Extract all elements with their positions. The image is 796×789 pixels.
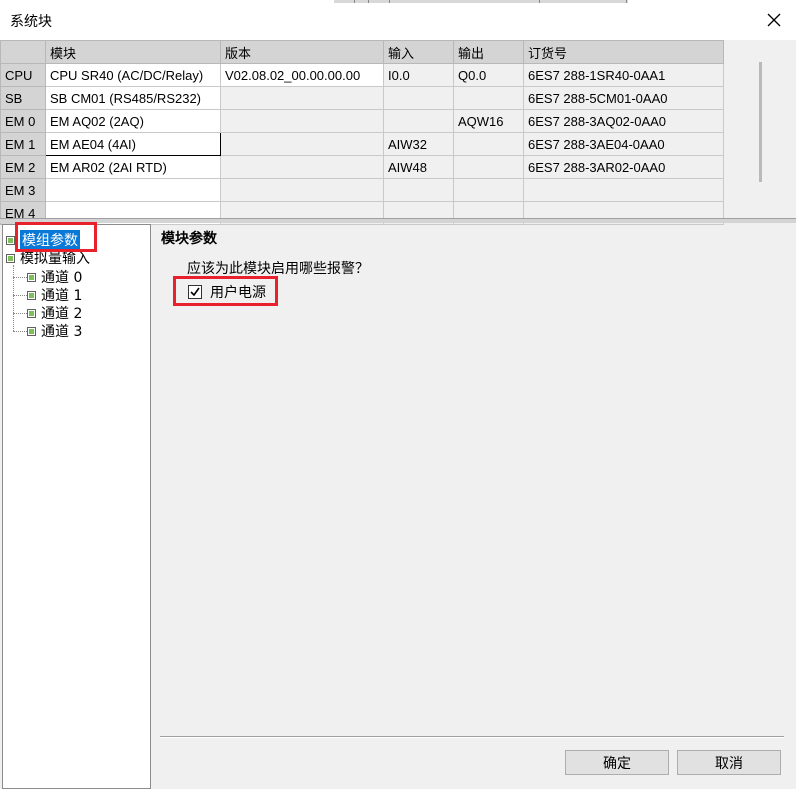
ok-button[interactable]: 确定 — [565, 750, 669, 775]
grid-header-corner — [0, 40, 46, 64]
tree-node-icon — [27, 290, 36, 300]
row-header[interactable]: CPU — [0, 63, 46, 87]
tree-item-label: 通道 3 — [41, 324, 83, 340]
alarm-question: 应该为此模块启用哪些报警？ — [187, 261, 369, 277]
output-cell[interactable] — [453, 178, 524, 202]
version-cell[interactable] — [220, 132, 384, 156]
grid-row-em2[interactable]: EM 2 EM AR02 (2AI RTD) AIW48 6ES7 288-3A… — [0, 155, 724, 179]
grid-header-output[interactable]: 输出 — [453, 40, 524, 64]
row-header[interactable]: EM 2 — [0, 155, 46, 179]
grid-row-em1[interactable]: EM 1 EM AE04 (4AI) AIW32 6ES7 288-3AE04-… — [0, 132, 724, 156]
module-grid-area: 模块 版本 输入 输出 订货号 CPU CPU SR40 (AC/DC/Rela… — [0, 40, 796, 225]
grid-header-input[interactable]: 输入 — [383, 40, 454, 64]
tree-item-channel-0[interactable]: 通道 0 — [27, 268, 82, 286]
version-cell[interactable] — [220, 178, 384, 202]
module-cell[interactable]: CPU SR40 (AC/DC/Relay) — [45, 63, 221, 87]
output-cell[interactable]: Q0.0 — [453, 63, 524, 87]
checkmark-icon — [190, 287, 200, 297]
separator — [160, 736, 784, 738]
tree-connector — [13, 277, 27, 278]
tree-node-icon — [6, 235, 15, 245]
module-cell[interactable]: EM AQ02 (2AQ) — [45, 109, 221, 133]
pane-splitter[interactable] — [0, 218, 796, 223]
module-cell[interactable]: SB CM01 (RS485/RS232) — [45, 86, 221, 110]
tree-node-icon — [6, 253, 15, 263]
order-cell[interactable]: 6ES7 288-5CM01-0AA0 — [523, 86, 724, 110]
user-power-checkbox[interactable] — [188, 285, 202, 299]
module-cell[interactable]: EM AR02 (2AI RTD) — [45, 155, 221, 179]
grid-header-order[interactable]: 订货号 — [523, 40, 724, 64]
grid-scrollbar[interactable] — [759, 62, 762, 182]
tree-node-icon — [27, 308, 36, 318]
tree-connector — [13, 331, 27, 332]
grid-row-sb[interactable]: SB SB CM01 (RS485/RS232) 6ES7 288-5CM01-… — [0, 86, 724, 110]
row-header[interactable]: EM 3 — [0, 178, 46, 202]
input-cell[interactable] — [383, 109, 454, 133]
order-cell[interactable]: 6ES7 288-1SR40-0AA1 — [523, 63, 724, 87]
close-icon — [767, 13, 781, 27]
input-cell[interactable]: I0.0 — [383, 63, 454, 87]
output-cell[interactable] — [453, 86, 524, 110]
close-button[interactable] — [760, 7, 788, 33]
tree-connector — [13, 313, 27, 314]
user-power-option[interactable]: 用户电源 — [188, 282, 266, 302]
tree-item-channel-3[interactable]: 通道 3 — [27, 322, 82, 340]
version-cell[interactable]: V02.08.02_00.00.00.00 — [220, 63, 384, 87]
order-cell[interactable] — [523, 178, 724, 202]
parameters-panel: 模块参数 应该为此模块启用哪些报警？ 用户电源 确定 取消 — [152, 224, 796, 789]
title-bar: 系统块 — [0, 0, 796, 40]
grid-row-em3[interactable]: EM 3 — [0, 178, 724, 202]
module-grid: 模块 版本 输入 输出 订货号 CPU CPU SR40 (AC/DC/Rela… — [0, 40, 724, 225]
tree-connector — [13, 295, 27, 296]
tree-item-channel-1[interactable]: 通道 1 — [27, 286, 82, 304]
user-power-label[interactable]: 用户电源 — [210, 282, 266, 302]
input-cell[interactable] — [383, 178, 454, 202]
tree-item-channel-2[interactable]: 通道 2 — [27, 304, 82, 322]
tree-node-icon — [27, 272, 36, 282]
input-cell[interactable] — [383, 86, 454, 110]
module-cell[interactable] — [45, 178, 221, 202]
tree-item-analog-input[interactable]: 模拟量输入 — [6, 249, 90, 267]
tree-item-label: 模组参数 — [20, 230, 80, 250]
tree-item-label: 通道 1 — [41, 288, 83, 304]
version-cell[interactable] — [220, 109, 384, 133]
input-cell[interactable]: AIW32 — [383, 132, 454, 156]
grid-row-em0[interactable]: EM 0 EM AQ02 (2AQ) AQW16 6ES7 288-3AQ02-… — [0, 109, 724, 133]
section-title: 模块参数 — [161, 231, 217, 247]
row-header[interactable]: SB — [0, 86, 46, 110]
version-cell[interactable] — [220, 86, 384, 110]
tree-connector — [13, 265, 14, 331]
output-cell[interactable] — [453, 132, 524, 156]
tree-item-label: 模拟量输入 — [20, 251, 90, 267]
input-cell[interactable]: AIW48 — [383, 155, 454, 179]
row-header[interactable]: EM 1 — [0, 132, 46, 156]
cancel-button[interactable]: 取消 — [677, 750, 781, 775]
order-cell[interactable]: 6ES7 288-3AQ02-0AA0 — [523, 109, 724, 133]
grid-header-row: 模块 版本 输入 输出 订货号 — [0, 40, 724, 64]
window-title: 系统块 — [10, 14, 52, 30]
grid-header-module[interactable]: 模块 — [45, 40, 221, 64]
tree-node-icon — [27, 326, 36, 336]
background-window-strip — [334, 0, 628, 3]
order-cell[interactable]: 6ES7 288-3AE04-0AA0 — [523, 132, 724, 156]
tree-item-module-params[interactable]: 模组参数 — [6, 230, 80, 250]
order-cell[interactable]: 6ES7 288-3AR02-0AA0 — [523, 155, 724, 179]
version-cell[interactable] — [220, 155, 384, 179]
tree-item-label: 通道 2 — [41, 306, 83, 322]
output-cell[interactable]: AQW16 — [453, 109, 524, 133]
row-header[interactable]: EM 0 — [0, 109, 46, 133]
tree-item-label: 通道 0 — [41, 270, 83, 286]
module-cell-selected[interactable]: EM AE04 (4AI) — [45, 132, 221, 156]
output-cell[interactable] — [453, 155, 524, 179]
grid-header-version[interactable]: 版本 — [220, 40, 384, 64]
module-tree: 模组参数 模拟量输入 通道 0 通道 1 通道 2 通道 3 — [2, 224, 151, 789]
grid-row-cpu[interactable]: CPU CPU SR40 (AC/DC/Relay) V02.08.02_00.… — [0, 63, 724, 87]
